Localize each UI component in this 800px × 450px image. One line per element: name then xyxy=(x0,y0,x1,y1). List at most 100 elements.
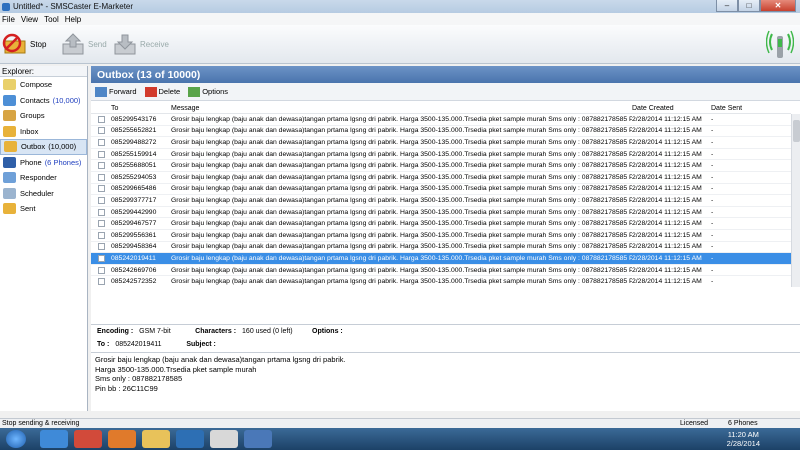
table-row[interactable]: 085299377717 Grosir baju lengkap (baju an… xyxy=(91,195,791,207)
cell-date-created: 2/28/2014 11:12:15 AM xyxy=(632,196,702,204)
row-checkbox-cell xyxy=(91,231,111,239)
delete-button[interactable]: Delete xyxy=(144,86,180,97)
row-checkbox[interactable] xyxy=(97,150,105,158)
cell-date-created: 2/28/2014 11:12:15 AM xyxy=(632,231,702,239)
row-checkbox-cell xyxy=(91,185,111,193)
table-row[interactable]: 085255688051 Grosir baju lengkap (baju an… xyxy=(91,160,791,172)
table-row[interactable]: 085299442990 Grosir baju lengkap (baju an… xyxy=(91,207,791,219)
cell-to: 085242669706 xyxy=(111,266,157,274)
column-date-created[interactable]: Date Created xyxy=(632,105,711,112)
cell-to: 085255159914 xyxy=(111,150,157,158)
message-body[interactable]: Grosir baju lengkap (baju anak dan dewas… xyxy=(91,352,800,411)
cell-message: Grosir baju lengkap (baju anak dan dewas… xyxy=(171,243,632,251)
table-row[interactable]: 085242669706 Grosir baju lengkap (baju an… xyxy=(91,265,791,277)
column-to[interactable]: To xyxy=(111,105,170,112)
column-date-sent[interactable]: Date Sent xyxy=(711,105,791,112)
send-button[interactable]: Send xyxy=(60,28,107,61)
scrollbar-thumb[interactable] xyxy=(793,120,800,142)
row-checkbox[interactable] xyxy=(97,220,105,228)
column-message[interactable]: Message xyxy=(170,105,632,112)
cell-to: 085299556361 xyxy=(111,231,157,239)
cell-message: Grosir baju lengkap (baju anak dan dewas… xyxy=(171,208,632,216)
sidebar-item-contacts[interactable]: Contacts (10,000) xyxy=(0,93,87,109)
sidebar-item-label: Groups xyxy=(20,111,45,121)
menu-view[interactable]: View xyxy=(21,15,38,24)
media-player-icon[interactable] xyxy=(176,430,204,448)
row-checkbox-cell xyxy=(91,243,111,251)
clock[interactable]: 11:20 AM 2/28/2014 xyxy=(727,430,760,448)
row-checkbox[interactable] xyxy=(97,208,105,216)
row-checkbox-cell xyxy=(91,138,111,146)
receive-button[interactable]: Receive xyxy=(112,28,169,61)
row-checkbox[interactable] xyxy=(97,173,105,181)
cell-date-sent: - xyxy=(711,266,714,274)
title-bar: Untitled* - SMSCaster E-Marketer – □ ✕ xyxy=(0,0,800,13)
sidebar-item-inbox[interactable]: Inbox xyxy=(0,124,87,140)
row-checkbox[interactable] xyxy=(97,278,105,286)
row-checkbox[interactable] xyxy=(97,185,105,193)
cell-message: Grosir baju lengkap (baju anak dan dewas… xyxy=(171,115,632,123)
app-icon-1[interactable] xyxy=(210,430,238,448)
sidebar-item-compose[interactable]: Compose xyxy=(0,77,87,93)
cell-date-sent: - xyxy=(711,150,714,158)
sidebar-item-scheduler[interactable]: Scheduler xyxy=(0,186,87,202)
table-scrollbar[interactable] xyxy=(791,114,800,287)
table-row[interactable]: 085255652821 Grosir baju lengkap (baju an… xyxy=(91,126,791,138)
sidebar-item-sent[interactable]: Sent xyxy=(0,201,87,217)
row-checkbox[interactable] xyxy=(97,254,105,262)
row-checkbox[interactable] xyxy=(97,266,105,274)
phone-app-icon[interactable] xyxy=(244,430,272,448)
cell-date-created: 2/28/2014 11:12:15 AM xyxy=(632,254,702,262)
table-row[interactable]: 085299488272 Grosir baju lengkap (baju an… xyxy=(91,137,791,149)
chrome-icon[interactable] xyxy=(74,430,102,448)
receive-label: Receive xyxy=(140,40,169,49)
forward-button[interactable]: Forward xyxy=(95,86,137,97)
taskbar: 11:20 AM 2/28/2014 xyxy=(0,428,800,450)
cell-date-sent: - xyxy=(711,162,714,170)
sidebar-item-groups[interactable]: Groups xyxy=(0,108,87,124)
options-button[interactable]: Options xyxy=(188,86,228,97)
cell-date-sent: - xyxy=(711,173,714,181)
row-checkbox[interactable] xyxy=(97,196,105,204)
row-checkbox[interactable] xyxy=(97,231,105,239)
ie-icon[interactable] xyxy=(40,430,68,448)
sidebar-item-outbox[interactable]: Outbox (10,000) xyxy=(0,139,87,155)
table-row[interactable]: 085242572352 Grosir baju lengkap (baju an… xyxy=(91,276,791,287)
options-field-label: Options : xyxy=(312,328,343,335)
table-row[interactable]: 085255294053 Grosir baju lengkap (baju an… xyxy=(91,172,791,184)
sidebar-item-phone[interactable]: Phone (6 Phones) xyxy=(0,155,87,171)
row-checkbox[interactable] xyxy=(97,138,105,146)
table-row[interactable]: 085299467577 Grosir baju lengkap (baju an… xyxy=(91,218,791,230)
row-checkbox-cell xyxy=(91,115,111,123)
menu-tool[interactable]: Tool xyxy=(44,15,59,24)
row-checkbox[interactable] xyxy=(97,243,105,251)
row-checkbox[interactable] xyxy=(97,127,105,135)
firefox-icon[interactable] xyxy=(108,430,136,448)
explorer-icon[interactable] xyxy=(142,430,170,448)
cell-message: Grosir baju lengkap (baju anak dan dewas… xyxy=(171,127,632,135)
cell-message: Grosir baju lengkap (baju anak dan dewas… xyxy=(171,185,632,193)
close-button[interactable]: ✕ xyxy=(760,0,796,12)
cell-date-created: 2/28/2014 11:12:15 AM xyxy=(632,243,702,251)
row-checkbox-cell xyxy=(91,150,111,158)
menu-help[interactable]: Help xyxy=(65,15,81,24)
menu-file[interactable]: File xyxy=(2,15,15,24)
table-row[interactable]: 085255159914 Grosir baju lengkap (baju an… xyxy=(91,149,791,161)
table-row[interactable]: 085299458364 Grosir baju lengkap (baju an… xyxy=(91,242,791,254)
row-checkbox[interactable] xyxy=(97,162,105,170)
cell-date-created: 2/28/2014 11:12:15 AM xyxy=(632,138,702,146)
row-checkbox-cell xyxy=(91,127,111,135)
maximize-button[interactable]: □ xyxy=(738,0,760,12)
table-row[interactable]: 085299543176 Grosir baju lengkap (baju an… xyxy=(91,114,791,126)
options-icon xyxy=(188,86,201,97)
table-row[interactable]: 085299556361 Grosir baju lengkap (baju an… xyxy=(91,230,791,242)
stop-button[interactable]: Stop xyxy=(2,28,46,61)
row-checkbox[interactable] xyxy=(97,115,105,123)
cell-message: Grosir baju lengkap (baju anak dan dewas… xyxy=(171,231,632,239)
sidebar-item-responder[interactable]: Responder xyxy=(0,170,87,186)
start-button[interactable] xyxy=(6,430,26,448)
outbox-table: To Message Date Created Date Sent St 085… xyxy=(91,103,791,287)
minimize-button[interactable]: – xyxy=(716,0,738,12)
table-row[interactable]: 085242019411 Grosir baju lengkap (baju an… xyxy=(91,253,791,265)
table-row[interactable]: 085299665486 Grosir baju lengkap (baju an… xyxy=(91,184,791,196)
